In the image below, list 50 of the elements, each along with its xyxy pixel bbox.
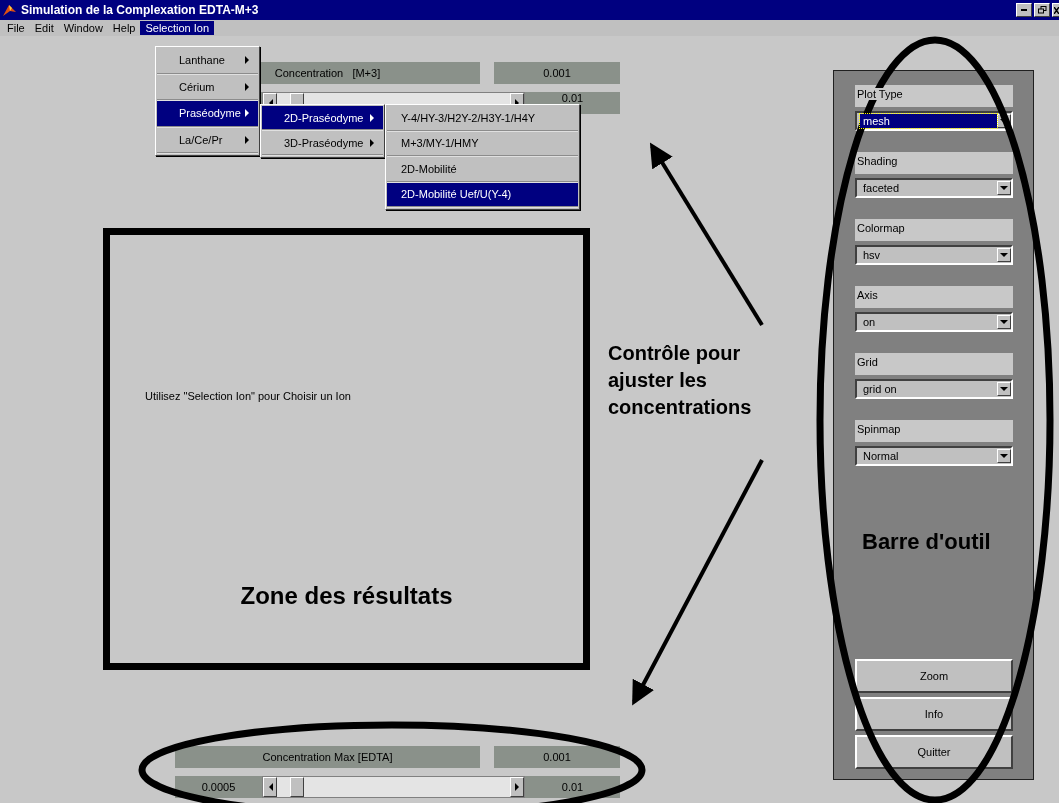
- menu-option[interactable]: Praséodyme: [157, 101, 258, 128]
- menu-option[interactable]: Lanthane: [157, 48, 258, 75]
- toolbar-button[interactable]: Quitter: [855, 735, 1013, 769]
- value-field[interactable]: 0.001: [494, 62, 620, 84]
- menu-item[interactable]: Help: [107, 21, 141, 35]
- value-field[interactable]: 0.001: [494, 746, 620, 768]
- control-label: Spinmap: [857, 423, 901, 435]
- menu-option[interactable]: 3D-Praséodyme: [262, 131, 383, 156]
- control-label: Shading: [857, 155, 898, 167]
- menu-item[interactable]: Selection Ion: [140, 21, 215, 35]
- right-arrow-icon: [514, 783, 520, 791]
- dropdown[interactable]: grid on: [855, 379, 1013, 399]
- restore-icon: [1037, 6, 1047, 14]
- window-title: Simulation de la Complexation EDTA-M+3: [21, 3, 260, 17]
- dropdown[interactable]: hsv: [855, 245, 1013, 265]
- annotation-text: Contrôle pour ajuster les concentrations: [608, 341, 753, 420]
- restore-button[interactable]: [1034, 3, 1050, 17]
- control-label: Axis: [857, 289, 878, 301]
- dropdown[interactable]: mesh: [855, 111, 1013, 131]
- annotation-label: Zone des résultats: [240, 582, 453, 610]
- instruction-text: Utilisez "Selection Ion" pour Choisir un Ion: [145, 390, 352, 402]
- dropdown[interactable]: faceted: [855, 178, 1013, 198]
- concentration-slider[interactable]: [262, 776, 525, 798]
- menu-item[interactable]: Window: [58, 21, 108, 35]
- menu-option[interactable]: La/Ce/Pr: [157, 127, 258, 154]
- menu-option[interactable]: Y-4/HY-3/H2Y-2/H3Y-1/H4Y: [387, 106, 578, 132]
- menu-option[interactable]: 2D-Praséodyme: [262, 106, 383, 131]
- minimize-icon: [1021, 9, 1027, 11]
- control-label: Colormap: [857, 222, 905, 234]
- slider-label: Concentration Max [EDTA]: [175, 746, 480, 768]
- control-label: Plot Type: [857, 88, 903, 100]
- min-label: 0.0005: [175, 776, 262, 798]
- dropdown[interactable]: Normal: [855, 446, 1013, 466]
- left-arrow-button[interactable]: [263, 777, 277, 797]
- toolbar-button[interactable]: Zoom: [855, 659, 1013, 693]
- annotation-label: Barre d'outil: [862, 529, 992, 555]
- right-arrow-button[interactable]: [510, 777, 524, 797]
- app-logo-icon: [2, 2, 17, 18]
- menu-item[interactable]: File: [2, 21, 30, 35]
- minimize-button[interactable]: [1016, 3, 1032, 17]
- control-label: Grid: [857, 356, 878, 368]
- slider-thumb[interactable]: [289, 777, 304, 797]
- menu-option[interactable]: 2D-Mobilité Uef/U(Y-4): [387, 182, 578, 208]
- dropdown[interactable]: on: [855, 312, 1013, 332]
- menu-option[interactable]: M+3/MY-1/HMY: [387, 131, 578, 157]
- toolbar-button[interactable]: Info: [855, 697, 1013, 731]
- close-button[interactable]: [1052, 3, 1059, 17]
- left-arrow-icon: [267, 783, 273, 791]
- close-icon: [1053, 6, 1059, 14]
- menu-item[interactable]: Edit: [29, 21, 59, 35]
